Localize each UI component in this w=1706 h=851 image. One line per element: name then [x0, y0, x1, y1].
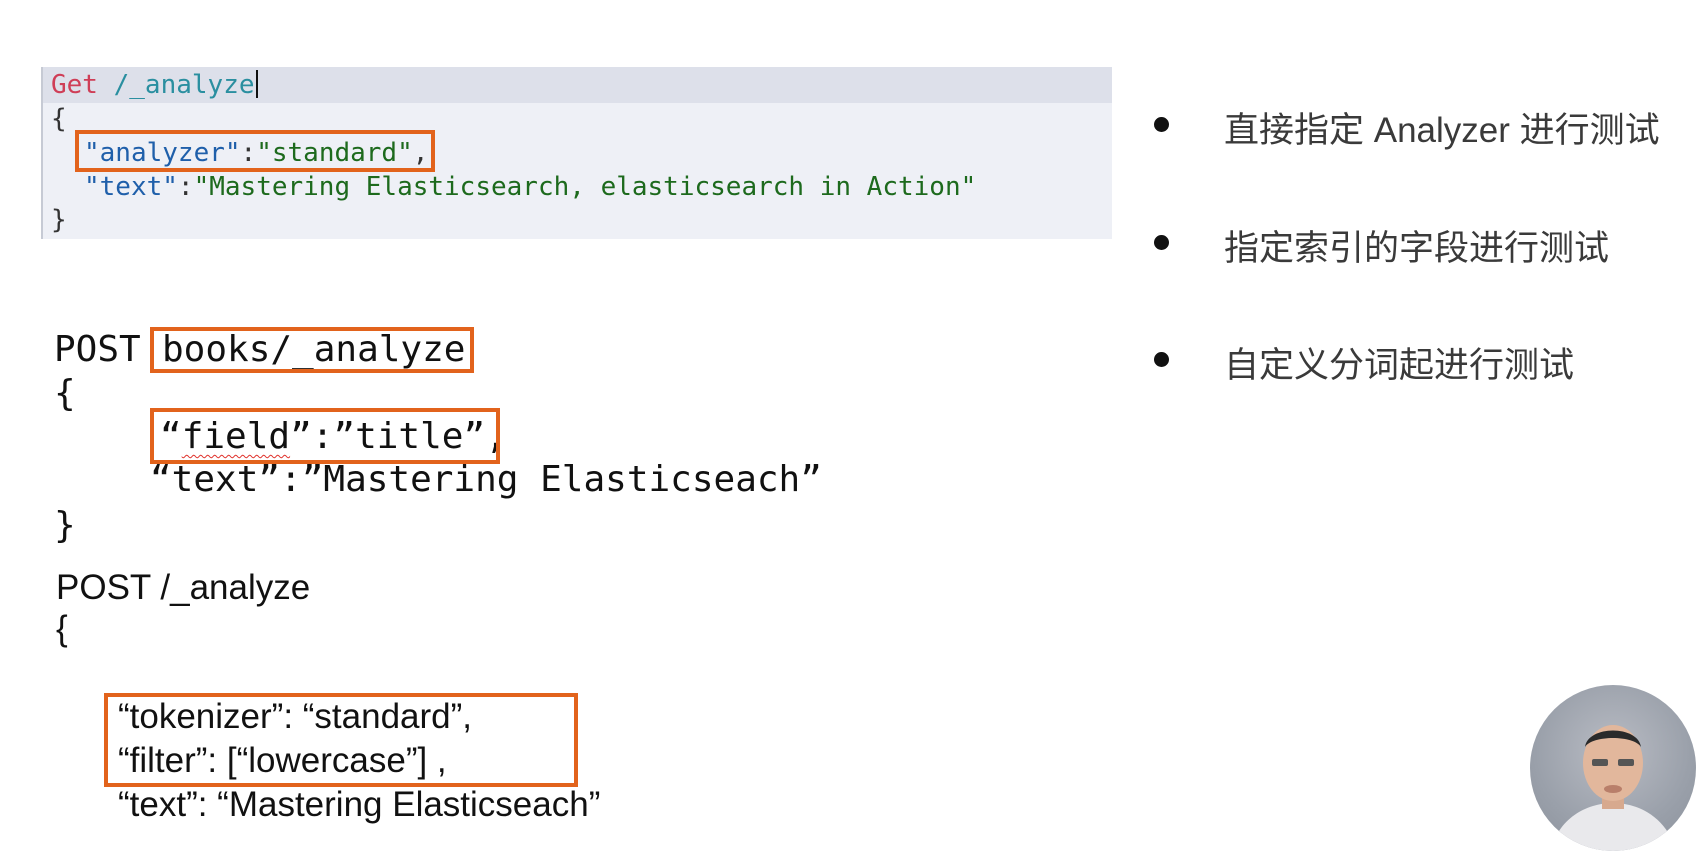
request3-text-line: “text”: “Mastering Elasticseach”	[118, 785, 601, 824]
bullet-dot-icon	[1154, 352, 1169, 367]
text-cursor	[255, 70, 258, 98]
colon: :	[177, 172, 194, 202]
path-highlight-box	[150, 327, 474, 373]
request3-line1: POST /_analyze	[56, 568, 311, 607]
request2-method: POST	[54, 329, 141, 370]
bullet-dot-icon	[1154, 117, 1169, 132]
bullet-label: 直接指定 Analyzer 进行测试	[1224, 111, 1660, 150]
request-line: Get /_analyze	[51, 69, 258, 101]
bullet-dot-icon	[1154, 235, 1169, 250]
open-brace: {	[51, 104, 67, 134]
close-brace: }	[51, 205, 67, 235]
text-line: "text":"Mastering Elasticsearch, elastic…	[84, 171, 976, 203]
request2-text-line: “text”:”Mastering Elasticseach”	[150, 459, 822, 500]
field-highlight-box	[150, 408, 500, 464]
text-value: "Mastering Elasticsearch, elasticsearch …	[193, 172, 977, 202]
analyzer-highlight-box	[75, 130, 435, 172]
endpoint-path: /_analyze	[113, 70, 255, 100]
text-key: "text"	[84, 172, 178, 202]
presenter-video	[1530, 685, 1696, 851]
request2-close-brace: }	[54, 505, 76, 546]
request2-open-brace: {	[54, 373, 76, 414]
bullet-label: 指定索引的字段进行测试	[1224, 229, 1610, 268]
bullet-label: 自定义分词起进行测试	[1224, 346, 1575, 385]
http-method: Get	[51, 70, 98, 100]
tokenizer-filter-highlight-box	[104, 693, 578, 787]
presenter-avatar-icon	[1550, 725, 1676, 851]
request3-open-brace: {	[56, 609, 68, 648]
